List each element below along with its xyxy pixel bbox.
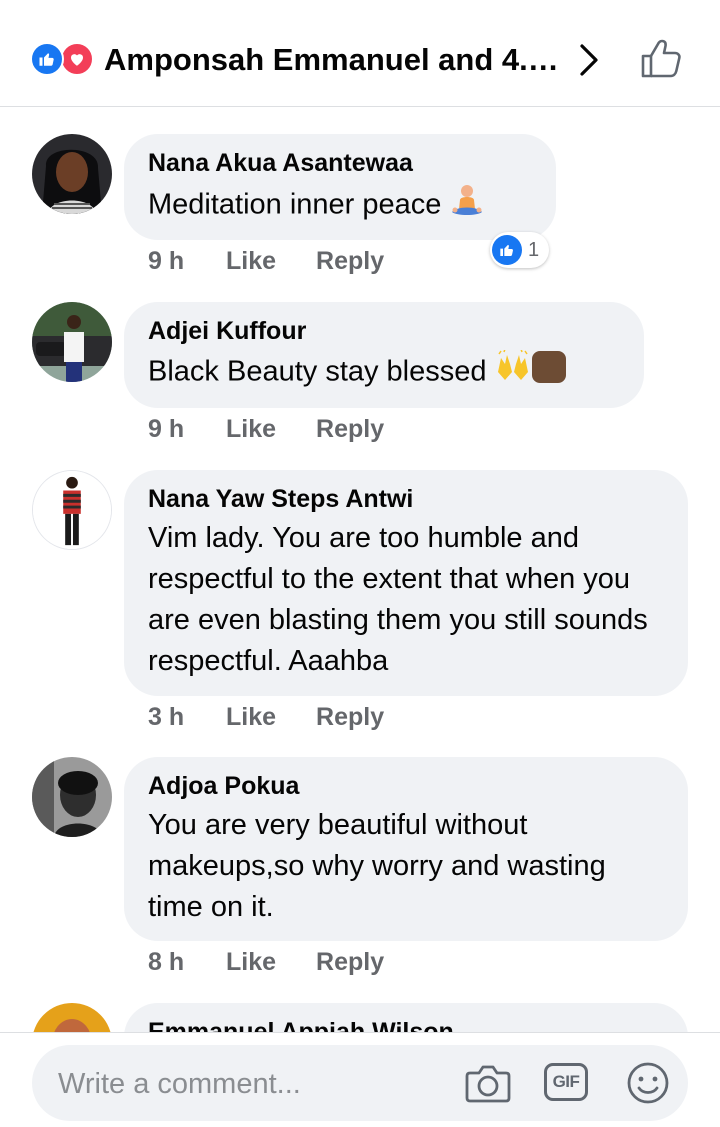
comment-composer-bar: GIF	[0, 1032, 720, 1127]
emoji-icon[interactable]	[624, 1061, 672, 1105]
comment-composer[interactable]: GIF	[32, 1045, 688, 1121]
camera-icon[interactable]	[464, 1061, 512, 1105]
comment-text: Meditation inner peace	[148, 182, 532, 230]
comment-actions: 3 h Like Reply	[148, 702, 424, 732]
avatar[interactable]	[32, 302, 112, 382]
like-button[interactable]: Like	[226, 702, 276, 732]
comment-bubble[interactable]: Nana Yaw Steps Antwi Vim lady. You are t…	[124, 470, 688, 696]
comment-author[interactable]: Nana Yaw Steps Antwi	[148, 484, 664, 514]
like-button[interactable]: Like	[226, 246, 276, 276]
reaction-summary[interactable]	[30, 42, 100, 76]
reply-button[interactable]: Reply	[316, 246, 384, 276]
comment-time: 9 h	[148, 247, 185, 275]
reactions-header[interactable]: Amponsah Emmanuel and 4.2...	[0, 0, 720, 107]
reactions-title[interactable]: Amponsah Emmanuel and 4.2...	[104, 40, 564, 80]
comment-bubble[interactable]: Nana Akua Asantewaa Meditation inner pea…	[124, 134, 556, 240]
comment-bubble[interactable]: Adjei Kuffour Black Beauty stay blessed	[124, 302, 644, 408]
like-button[interactable]: Like	[226, 947, 276, 977]
chevron-right-icon[interactable]	[574, 40, 606, 80]
like-button[interactable]: Like	[226, 414, 276, 444]
reply-button[interactable]: Reply	[316, 702, 384, 732]
love-reaction-icon	[60, 42, 94, 76]
avatar[interactable]	[32, 134, 112, 214]
comments-screen: Amponsah Emmanuel and 4.2... Nana Akua A…	[0, 0, 720, 1127]
like-post-icon[interactable]	[636, 34, 686, 84]
raising-hands-emoji-icon	[495, 348, 531, 396]
reply-button[interactable]: Reply	[316, 947, 384, 977]
comment-time: 3 h	[148, 703, 185, 731]
reaction-count: 1	[528, 238, 540, 261]
like-reaction-icon	[30, 42, 64, 76]
comment-text: Black Beauty stay blessed	[148, 348, 620, 396]
comment-actions: 8 h Like Reply	[148, 947, 424, 977]
comment-input[interactable]	[56, 1063, 460, 1105]
avatar[interactable]	[32, 757, 112, 837]
comment-text: You are very beautiful without makeups,s…	[148, 809, 606, 923]
comment-time: 9 h	[148, 415, 185, 443]
comment-author[interactable]: Adjei Kuffour	[148, 316, 620, 346]
meditation-emoji-icon	[449, 182, 485, 230]
gif-icon[interactable]: GIF	[544, 1063, 588, 1101]
comment-actions: 9 h Like Reply	[148, 414, 424, 444]
comment-bubble[interactable]: Adjoa Pokua You are very beautiful witho…	[124, 757, 688, 941]
dark-skin-tone-modifier-icon	[531, 350, 567, 396]
avatar[interactable]	[32, 470, 112, 550]
comment-actions: 9 h Like Reply	[148, 246, 424, 276]
comment-author[interactable]: Nana Akua Asantewaa	[148, 148, 532, 178]
comment-text: Vim lady. You are too humble and respect…	[148, 522, 648, 677]
reply-button[interactable]: Reply	[316, 414, 384, 444]
like-reaction-icon	[492, 235, 522, 265]
comment-time: 8 h	[148, 948, 185, 976]
comment-reactions[interactable]: 1	[490, 232, 550, 268]
comment-author[interactable]: Adjoa Pokua	[148, 771, 664, 801]
